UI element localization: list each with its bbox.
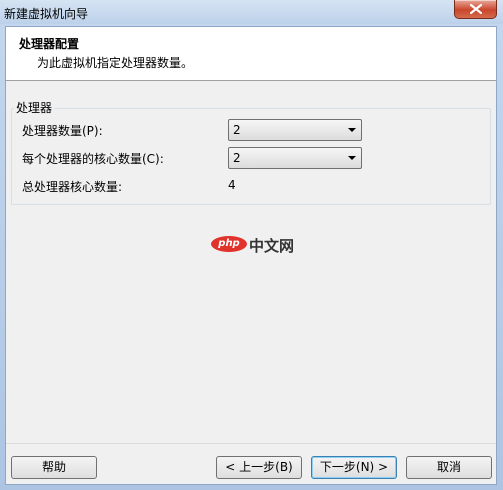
wizard-window: 新建虚拟机向导 处理器配置 为此虚拟机指定处理器数量。 处理器 处理器数量(P)… <box>0 0 503 490</box>
watermark-php-badge: php <box>211 236 247 252</box>
cancel-button[interactable]: 取消 <box>406 456 492 479</box>
processor-count-select[interactable]: 2 <box>228 119 362 141</box>
help-button[interactable]: 帮助 <box>11 456 97 479</box>
window-title: 新建虚拟机向导 <box>4 7 89 21</box>
cores-per-processor-value: 2 <box>233 151 241 165</box>
page-title: 处理器配置 <box>19 37 80 51</box>
next-button[interactable]: 下一步(N) > <box>311 456 397 479</box>
title-bar[interactable]: 新建虚拟机向导 <box>0 0 503 24</box>
processor-count-label: 处理器数量(P): <box>22 124 103 138</box>
processor-count-value: 2 <box>233 123 241 137</box>
cores-per-processor-label: 每个处理器的核心数量(C): <box>22 152 164 166</box>
back-button[interactable]: < 上一步(B) <box>216 456 302 479</box>
total-cores-value: 4 <box>228 178 236 192</box>
processor-group-legend: 处理器 <box>14 99 55 116</box>
chevron-down-icon <box>348 128 356 132</box>
footer-divider <box>6 443 496 444</box>
watermark-logo: php 中文网 <box>211 233 303 257</box>
wizard-header: 处理器配置 为此虚拟机指定处理器数量。 <box>6 27 496 81</box>
wizard-body: 处理器配置 为此虚拟机指定处理器数量。 处理器 处理器数量(P): 2 每个处理… <box>5 26 497 485</box>
close-button[interactable] <box>454 0 497 19</box>
page-subtitle: 为此虚拟机指定处理器数量。 <box>37 56 194 70</box>
cores-per-processor-select[interactable]: 2 <box>228 147 362 169</box>
chevron-down-icon <box>348 156 356 160</box>
watermark-site-text: 中文网 <box>249 237 295 255</box>
total-cores-label: 总处理器核心数量: <box>22 180 123 194</box>
close-icon <box>470 4 482 14</box>
